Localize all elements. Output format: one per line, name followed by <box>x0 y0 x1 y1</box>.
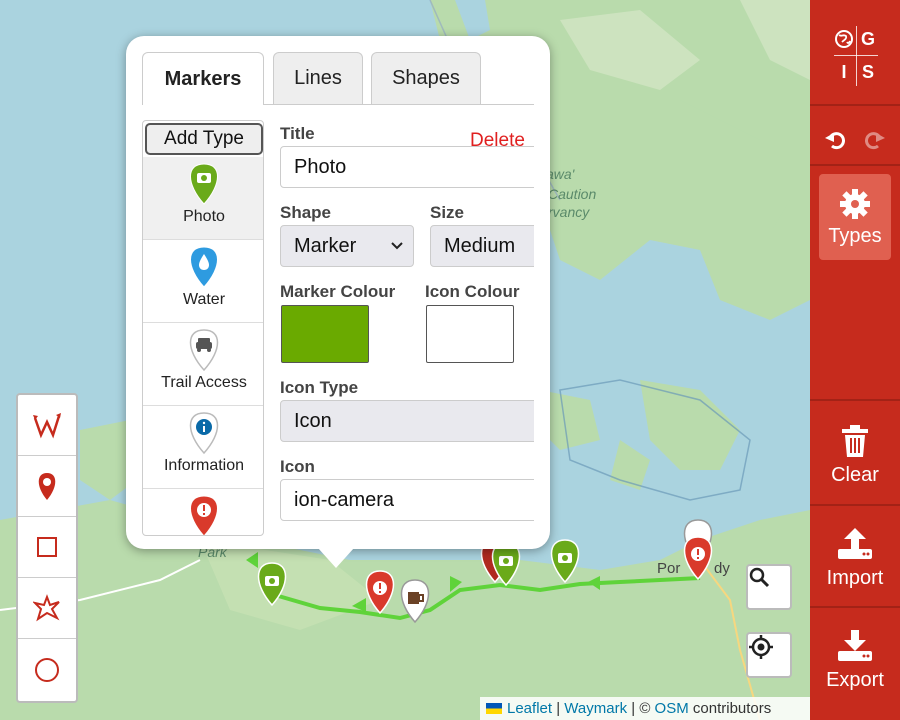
leaflet-link[interactable]: Leaflet <box>507 700 552 717</box>
size-select[interactable]: Medium <box>430 225 534 267</box>
trash-icon <box>842 424 868 457</box>
toolbar-divider <box>810 399 900 401</box>
marker-colour-swatch[interactable] <box>281 305 369 363</box>
info-icon <box>189 412 219 455</box>
draw-marker-button[interactable] <box>18 456 76 517</box>
logo-letter-s: S <box>861 61 874 82</box>
camera-icon <box>190 163 218 205</box>
type-item-photo[interactable]: Photo <box>143 157 263 240</box>
import-button-label: Import <box>826 566 884 589</box>
logo-letter-i: I <box>841 61 847 82</box>
map-pin-icon <box>38 473 56 500</box>
gear-icon <box>840 188 870 219</box>
toolbar-divider <box>810 606 900 608</box>
map-label-port: Por <box>657 560 681 577</box>
polygon-star-icon <box>33 594 60 622</box>
icon-input[interactable]: ion-camera <box>280 479 534 521</box>
globe-icon <box>832 24 856 54</box>
undo-redo-group <box>810 128 900 152</box>
circle-icon <box>35 657 59 682</box>
toolbar-divider <box>810 164 900 166</box>
logo-divider-horizontal <box>834 55 878 56</box>
clear-button[interactable]: Clear <box>819 410 891 500</box>
car-icon <box>189 329 219 372</box>
shape-select-value: Marker <box>294 234 357 257</box>
marker-colour-label: Marker Colour <box>280 282 396 301</box>
download-icon <box>838 629 872 661</box>
clear-button-label: Clear <box>831 463 879 486</box>
types-editor-panel: Markers Lines Shapes Add Type Photo Wate… <box>126 36 550 549</box>
logo-letter-g: G <box>860 28 875 49</box>
draw-circle-button[interactable] <box>18 639 76 700</box>
waymark-line-icon <box>33 413 61 439</box>
attribution-separator: | <box>556 700 561 717</box>
gis-logo[interactable]: G I S <box>832 24 880 88</box>
export-button-label: Export <box>826 668 884 691</box>
map-search-button[interactable] <box>746 564 792 610</box>
panel-pointer <box>318 548 354 568</box>
icon-colour-label: Icon Colour <box>425 282 520 301</box>
title-input[interactable]: Photo <box>280 146 534 188</box>
magnifier-icon <box>749 567 770 588</box>
type-item-alert[interactable] <box>143 489 263 535</box>
tab-markers[interactable]: Markers <box>142 52 264 105</box>
upload-icon <box>838 527 872 559</box>
redo-icon[interactable] <box>862 128 886 152</box>
chevron-down-icon <box>391 242 403 250</box>
tab-lines[interactable]: Lines <box>273 52 363 104</box>
map-label-rvancy: rvancy <box>548 204 590 220</box>
toolbar-divider <box>810 104 900 106</box>
export-button[interactable]: Export <box>819 614 891 706</box>
map-locate-button[interactable] <box>746 632 792 678</box>
add-type-button[interactable]: Add Type <box>145 123 263 155</box>
types-button[interactable]: Types <box>819 174 891 260</box>
map-label-awa: awa' <box>546 166 575 182</box>
tab-shapes[interactable]: Shapes <box>371 52 481 104</box>
types-button-label: Types <box>828 224 882 247</box>
ukraine-flag-icon <box>486 703 502 714</box>
map-label-dy: dy <box>714 560 730 577</box>
square-icon <box>37 537 57 557</box>
logo-divider-vertical <box>856 26 857 86</box>
icon-label: Icon <box>280 457 315 476</box>
map-label-caution: Caution <box>548 186 597 202</box>
marker-type-list: Add Type Photo Water Trail Access Inform… <box>142 120 264 536</box>
size-label: Size <box>430 203 465 222</box>
waymark-link[interactable]: Waymark <box>564 700 627 717</box>
type-item-trail-access[interactable]: Trail Access <box>143 323 263 406</box>
type-tabs: Markers Lines Shapes <box>142 52 534 105</box>
type-label-water: Water <box>182 291 226 308</box>
map-attribution: Leaflet | Waymark | © OSM contributors <box>480 697 810 720</box>
icon-type-label: Icon Type <box>280 378 359 397</box>
water-drop-icon <box>190 246 218 288</box>
draw-rectangle-button[interactable] <box>18 517 76 578</box>
shape-select[interactable]: Marker <box>280 225 414 267</box>
draw-line-button[interactable] <box>18 395 76 456</box>
right-toolbar: G I S Types Clear Import Export <box>810 0 900 720</box>
import-button[interactable]: Import <box>819 512 891 604</box>
type-label-information: Information <box>163 457 245 474</box>
title-label: Title <box>280 124 315 143</box>
osm-link[interactable]: OSM <box>655 700 689 717</box>
alert-icon <box>190 495 218 535</box>
attribution-contributors: contributors <box>692 700 772 717</box>
type-item-information[interactable]: Information <box>143 406 263 489</box>
draw-toolbar <box>16 393 78 703</box>
icon-colour-swatch[interactable] <box>426 305 514 363</box>
shape-label: Shape <box>280 203 332 222</box>
type-label-trail-access: Trail Access <box>161 374 247 391</box>
type-label-photo: Photo <box>183 208 225 225</box>
toolbar-divider <box>810 504 900 506</box>
crosshair-icon <box>749 635 773 659</box>
attribution-copyright: | © <box>631 700 651 717</box>
draw-polygon-button[interactable] <box>18 578 76 639</box>
icon-type-select[interactable]: Icon <box>280 400 534 442</box>
undo-icon[interactable] <box>824 128 848 152</box>
type-item-water[interactable]: Water <box>143 240 263 323</box>
